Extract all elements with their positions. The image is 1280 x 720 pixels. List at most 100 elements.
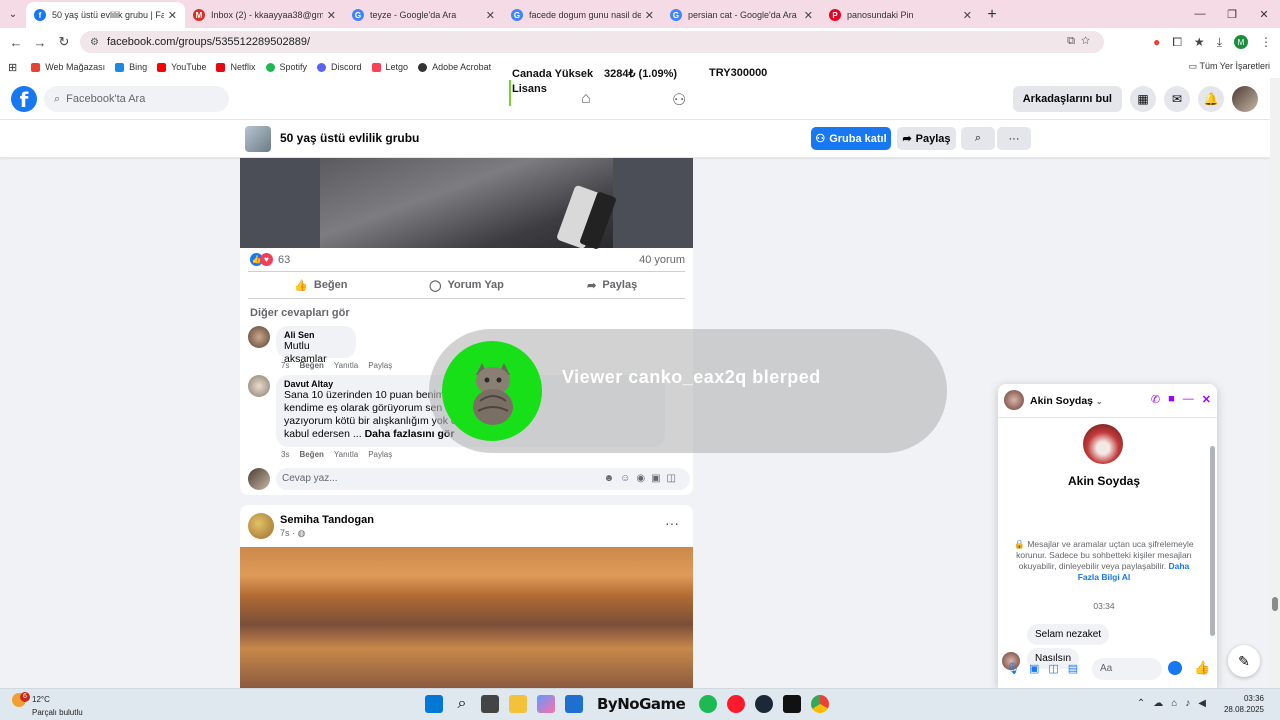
weather-widget[interactable]: 6 12°C Parçalı bulutlu: [12, 692, 83, 718]
post-image[interactable]: [240, 547, 693, 688]
tab-facebook-group[interactable]: f 50 yaş üstü evlilik grubu | Faceb ✕: [26, 2, 185, 28]
incoming-message[interactable]: Selam nezaket: [1027, 624, 1110, 645]
see-more-link[interactable]: Daha fazlasını gör: [365, 428, 455, 440]
tab-google-facede[interactable]: G facede dogum gunu nasil degis ✕: [503, 2, 662, 28]
close-tab-icon[interactable]: ✕: [963, 9, 972, 22]
minimize-chat-icon[interactable]: —: [1183, 393, 1194, 406]
network-icon[interactable]: ⌂: [1171, 698, 1185, 709]
view-more-replies-link[interactable]: Diğer cevapları gör: [250, 307, 350, 319]
reply-input[interactable]: Cevap yaz... ☻☺◉▣◫: [276, 468, 690, 490]
store-icon[interactable]: [565, 695, 583, 713]
camera-icon[interactable]: ◉: [636, 473, 651, 484]
page-scroll-thumb[interactable]: [1272, 597, 1278, 611]
close-tab-icon[interactable]: ✕: [168, 9, 177, 22]
clock[interactable]: 03:36 28.08.2025: [1224, 693, 1264, 715]
tab-google-teyze[interactable]: G teyze - Google'da Ara ✕: [344, 2, 503, 28]
comment-reply-link[interactable]: Yanıtla: [334, 450, 358, 459]
group-more-button[interactable]: ···: [997, 127, 1031, 150]
bookmarks-star-icon[interactable]: ★: [1194, 35, 1205, 49]
commenter-avatar[interactable]: [248, 326, 270, 348]
volume-icon[interactable]: ◀: [1198, 698, 1214, 709]
author-avatar[interactable]: [248, 513, 274, 539]
spotify-icon[interactable]: [699, 695, 718, 713]
profile-avatar[interactable]: M: [1234, 35, 1248, 49]
new-tab-button[interactable]: +: [980, 2, 1004, 28]
menu-grid-icon[interactable]: ▦: [1130, 86, 1156, 112]
extension-color-icon[interactable]: ●: [1153, 35, 1160, 49]
close-tab-icon[interactable]: ✕: [327, 9, 336, 22]
all-bookmarks[interactable]: ▭ Tüm Yer İşaretleri: [1189, 61, 1270, 72]
bookmark-netflix[interactable]: Netflix: [216, 62, 256, 72]
friends-icon[interactable]: ⚇: [672, 90, 686, 110]
photo-icon[interactable]: ▣: [1029, 662, 1039, 675]
forward-icon[interactable]: →: [28, 35, 52, 50]
comment-share-link[interactable]: Paylaş: [368, 450, 392, 459]
sticker-icon[interactable]: ◫: [667, 473, 682, 484]
comment-time[interactable]: 3s: [281, 450, 289, 459]
windows-start-icon[interactable]: [425, 695, 443, 713]
extensions-puzzle-icon[interactable]: ⧠: [1172, 35, 1182, 50]
copilot-icon[interactable]: [537, 695, 555, 713]
message-input[interactable]: Aa: [1092, 658, 1162, 680]
gif-icon[interactable]: ▤: [1068, 662, 1078, 675]
gif-icon[interactable]: ▣: [651, 473, 666, 484]
comment-reply-link[interactable]: Yanıtla: [334, 361, 358, 370]
tab-search-button[interactable]: ⌄: [0, 0, 26, 28]
task-view-icon[interactable]: [481, 695, 499, 713]
close-tab-icon[interactable]: ✕: [645, 9, 654, 22]
notifications-bell-icon[interactable]: 🔔: [1198, 86, 1224, 112]
apps-grid-icon[interactable]: ⊞: [8, 61, 17, 74]
microphone-icon[interactable]: ♪: [1185, 698, 1198, 709]
group-thumbnail[interactable]: [245, 126, 271, 152]
page-scrollbar[interactable]: [1270, 78, 1280, 688]
like-button[interactable]: 👍 Beğen: [248, 272, 394, 298]
terminal-icon[interactable]: [783, 695, 802, 713]
chrome-icon[interactable]: [811, 695, 830, 713]
tab-google-persian-cat[interactable]: G persian cat - Google'da Ara ✕: [662, 2, 821, 28]
back-icon[interactable]: ←: [4, 35, 28, 50]
bookmark-youtube[interactable]: YouTube: [157, 62, 206, 72]
install-app-icon[interactable]: ⧉: [1067, 35, 1081, 47]
close-chat-icon[interactable]: ✕: [1202, 393, 1211, 406]
post-image[interactable]: [240, 158, 693, 250]
opera-icon[interactable]: [727, 695, 746, 713]
join-group-button[interactable]: ⚇ Gruba katıl: [811, 127, 891, 150]
find-friends-button[interactable]: Arkadaşlarını bul: [1012, 86, 1122, 112]
bookmark-web-store[interactable]: Web Mağazası: [31, 62, 105, 72]
restore-icon[interactable]: ❐: [1216, 0, 1248, 28]
comment-count[interactable]: 40 yorum: [639, 254, 685, 266]
tab-gmail[interactable]: M Inbox (2) - kkaayyaa38@gmail. ✕: [185, 2, 344, 28]
sticker-icon[interactable]: ◫: [1048, 662, 1058, 675]
group-title[interactable]: 50 yaş üstü evlilik grubu: [280, 131, 419, 145]
bookmark-adobe-acrobat[interactable]: Adobe Acrobat: [418, 62, 491, 72]
comment-time[interactable]: 7s: [281, 361, 289, 370]
video-call-icon[interactable]: ■: [1168, 393, 1175, 406]
bynogame-app[interactable]: ByNoGame: [593, 695, 689, 713]
close-window-icon[interactable]: ✕: [1248, 0, 1280, 28]
menu-kebab-icon[interactable]: ⋮: [1260, 35, 1272, 49]
close-tab-icon[interactable]: ✕: [486, 9, 495, 22]
commenter-avatar[interactable]: [248, 375, 270, 397]
thumbs-up-send-icon[interactable]: 👍: [1194, 660, 1210, 676]
group-search-button[interactable]: ⌕: [961, 127, 995, 150]
close-tab-icon[interactable]: ✕: [804, 9, 813, 22]
bookmark-spotify[interactable]: Spotify: [265, 62, 307, 72]
site-info-icon[interactable]: ⚙: [90, 37, 99, 48]
comment-like-link[interactable]: Beğen: [299, 450, 323, 459]
facebook-search-input[interactable]: ⌕ Facebook'ta Ara: [44, 86, 229, 112]
search-icon[interactable]: ⌕: [453, 695, 471, 713]
phone-call-icon[interactable]: ✆: [1151, 393, 1160, 406]
comment-share-link[interactable]: Paylaş: [368, 361, 392, 370]
comment-like-link[interactable]: Beğen: [299, 361, 323, 370]
steam-icon[interactable]: [755, 695, 774, 713]
comment-button[interactable]: ◯ Yorum Yap: [394, 272, 540, 298]
facebook-logo-icon[interactable]: f: [11, 86, 37, 112]
author-name[interactable]: Semiha Tandogan: [280, 514, 374, 526]
commenter-name[interactable]: Ali Sen: [284, 330, 348, 340]
file-explorer-icon[interactable]: [509, 695, 527, 713]
address-bar[interactable]: ⚙ facebook.com/groups/535512289502889/ ⧉…: [80, 31, 1104, 53]
contact-profile-avatar[interactable]: [1083, 424, 1123, 464]
account-avatar[interactable]: [1232, 86, 1258, 112]
download-icon[interactable]: ⤓: [1217, 35, 1222, 50]
bookmark-bing[interactable]: Bing: [115, 62, 147, 72]
